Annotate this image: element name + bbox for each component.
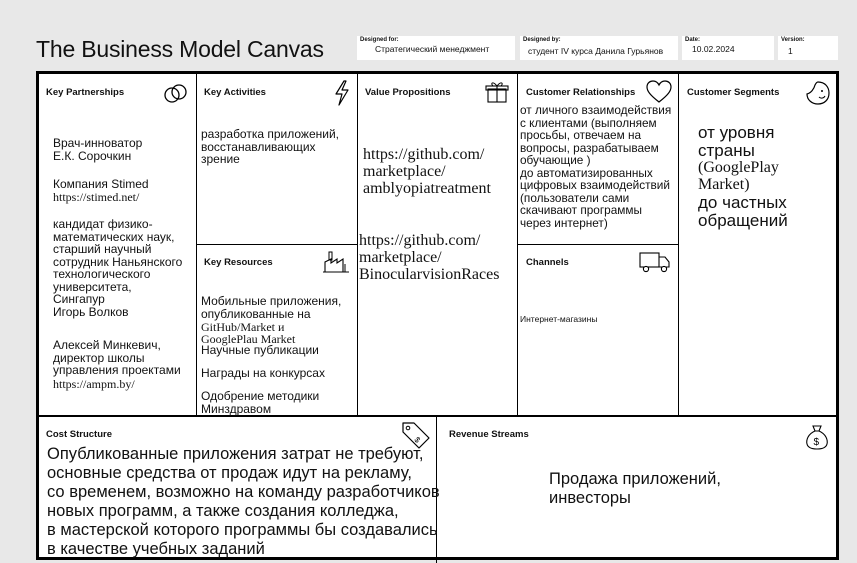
designed-by-label: Designed by: bbox=[523, 37, 561, 43]
date-label: Date: bbox=[685, 37, 701, 43]
version-value: 1 bbox=[788, 46, 793, 56]
partner-stimed-link[interactable]: https://stimed.net/ bbox=[53, 191, 139, 204]
customer-relationships-text: от личного взаимодействия с клиентами (в… bbox=[520, 103, 672, 230]
resource-publications: Научные публикации bbox=[201, 343, 319, 357]
segment-googleplay: (GooglePlay Market) bbox=[698, 159, 779, 193]
divider bbox=[39, 415, 836, 417]
resource-markets: GitHub/Market и GooglePlau Market bbox=[201, 320, 296, 346]
key-activities-text: разработка приложений, восстанавливающих… bbox=[201, 127, 339, 166]
date-value: 10.02.2024 bbox=[692, 44, 735, 54]
designed-for-label: Designed for: bbox=[360, 37, 399, 43]
customer-relationships-heading: Customer Relationships bbox=[526, 87, 636, 98]
designed-by-field[interactable]: Designed by: студент IV курса Данила Гур… bbox=[520, 36, 678, 60]
factory-icon bbox=[323, 251, 349, 273]
partner-sorochkin: Врач-инноватор Е.К. Сорочкин bbox=[53, 136, 143, 163]
money-bag-icon: $ bbox=[806, 425, 828, 450]
key-activities-heading: Key Activities bbox=[204, 87, 266, 98]
key-resources-heading: Key Resources bbox=[204, 257, 273, 268]
cost-structure-text: Опубликованные приложения затрат не треб… bbox=[47, 445, 440, 558]
channels-heading: Channels bbox=[526, 257, 569, 268]
business-model-canvas: Key Partnerships Врач-инноватор Е.К. Сор… bbox=[36, 71, 839, 563]
value-link-binocular[interactable]: https://github.com/ marketplace/ Binocul… bbox=[359, 232, 499, 283]
designed-by-value: студент IV курса Данила Гурьянов bbox=[528, 46, 664, 56]
lightning-icon bbox=[335, 80, 349, 106]
segment-private: до частных обращений bbox=[698, 193, 788, 230]
heart-icon bbox=[646, 80, 672, 103]
customer-segments-heading: Customer Segments bbox=[687, 87, 780, 98]
face-icon bbox=[806, 81, 830, 105]
partner-volkov: кандидат физико- математических наук, ст… bbox=[53, 217, 183, 319]
segment-country: от уровня страны bbox=[698, 123, 775, 160]
truck-icon bbox=[639, 252, 670, 273]
designed-for-field[interactable]: Designed for: Стратегический менеджмент bbox=[357, 36, 515, 60]
revenue-streams-text: Продажа приложений, инвесторы bbox=[549, 470, 721, 507]
designed-for-value: Стратегический менеджмент bbox=[375, 44, 490, 54]
revenue-streams-heading: Revenue Streams bbox=[449, 429, 529, 440]
partner-minkevich: Алексей Минкевич, директор школы управле… bbox=[53, 338, 181, 377]
partner-ampm-link[interactable]: https://ampm.by/ bbox=[53, 378, 135, 391]
version-label: Version: bbox=[781, 37, 805, 43]
date-field[interactable]: Date: 10.02.2024 bbox=[682, 36, 774, 60]
key-partnerships-heading: Key Partnerships bbox=[46, 87, 125, 98]
partner-stimed: Компания Stimed bbox=[53, 177, 149, 191]
cost-structure-heading: Cost Structure bbox=[46, 429, 112, 440]
version-field[interactable]: Version: 1 bbox=[778, 36, 838, 60]
canvas-title: The Business Model Canvas bbox=[36, 36, 324, 62]
divider bbox=[196, 244, 357, 245]
divider bbox=[517, 244, 678, 245]
resource-apps: Мобильные приложения, опубликованные на bbox=[201, 294, 342, 321]
gift-icon bbox=[485, 82, 509, 103]
resource-awards: Награды на конкурсах bbox=[201, 366, 325, 380]
link-icon bbox=[164, 84, 187, 103]
value-propositions-heading: Value Propositions bbox=[365, 87, 451, 98]
divider bbox=[678, 74, 679, 415]
channels-text: Интернет-магазины bbox=[520, 314, 598, 324]
svg-text:$: $ bbox=[814, 437, 820, 448]
value-link-amblyopia[interactable]: https://github.com/ marketplace/ amblyop… bbox=[363, 146, 491, 197]
divider bbox=[357, 74, 358, 415]
resource-approval: Одобрение методики Минздравом bbox=[201, 389, 320, 416]
